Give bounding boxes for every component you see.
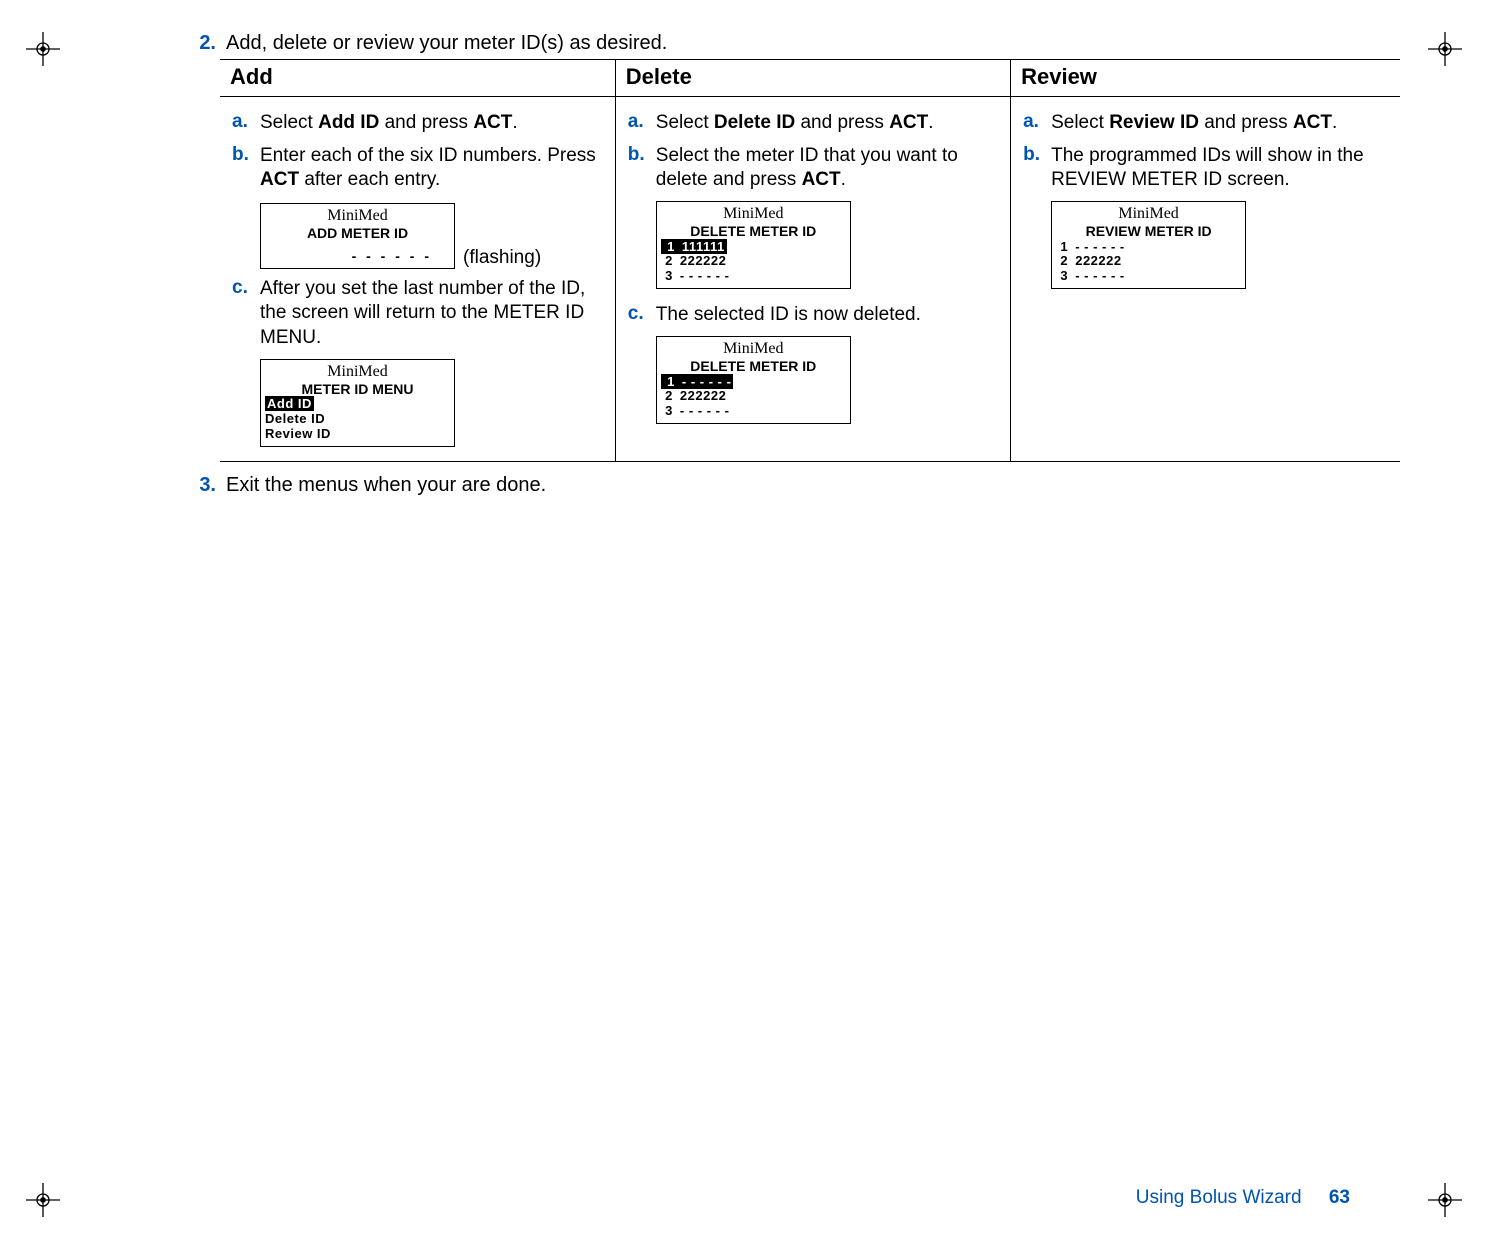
del-screen-2: MiniMed DELETE METER ID 1 - - - - - - 2 …: [656, 336, 851, 424]
reg-mark-tr: [1428, 32, 1462, 66]
txt: after each entry.: [299, 169, 440, 190]
row-val: - - - - - -: [1075, 239, 1125, 254]
step-2: 2. Add, delete or review your meter ID(s…: [180, 32, 1360, 55]
del-b-text: Select the meter ID that you want to del…: [656, 144, 1002, 193]
txt-bold: Review ID: [1109, 112, 1199, 133]
screen-title: DELETE METER ID: [661, 358, 846, 374]
add-c-text: After you set the last number of the ID,…: [260, 277, 607, 351]
add-a-text: Select Add ID and press ACT.: [260, 111, 607, 136]
page-footer: Using Bolus Wizard 63: [1136, 1187, 1350, 1209]
txt: and press: [795, 112, 889, 133]
reg-mark-br: [1428, 1183, 1462, 1217]
step-3-number: 3.: [180, 474, 226, 497]
row-num: 1: [1056, 240, 1068, 255]
step-3: 3. Exit the menus when your are done.: [180, 474, 1360, 497]
txt-bold: Add ID: [318, 112, 379, 133]
rev-screen: MiniMed REVIEW METER ID 1 - - - - - - 2 …: [1051, 201, 1246, 289]
del-b-letter: b.: [628, 144, 656, 166]
txt-bold: ACT: [473, 112, 512, 133]
row-num: 2: [1056, 254, 1068, 269]
add-screen-flash-wrap: MiniMed ADD METER ID - - - - - - (flashi…: [260, 203, 607, 269]
screen-title: REVIEW METER ID: [1056, 223, 1241, 239]
row-num: 1: [663, 240, 675, 255]
row-num: 3: [1056, 269, 1068, 284]
txt: Select: [656, 112, 714, 133]
add-screen-menu: MiniMed METER ID MENU Add ID Delete ID R…: [260, 359, 455, 447]
screen-row: Review ID: [265, 427, 450, 442]
txt: .: [512, 112, 517, 133]
txt: Select: [260, 112, 318, 133]
txt: .: [1332, 112, 1337, 133]
col-header-add: Add: [220, 60, 615, 97]
step-2-text: Add, delete or review your meter ID(s) a…: [226, 32, 667, 55]
del-a-text: Select Delete ID and press ACT.: [656, 111, 1002, 136]
row-num: 2: [661, 254, 673, 269]
row-val: - - - - - -: [680, 268, 730, 283]
chapter-name: Using Bolus Wizard: [1136, 1187, 1302, 1208]
txt: and press: [379, 112, 473, 133]
txt: .: [841, 169, 846, 190]
col-header-delete: Delete: [615, 60, 1010, 97]
instruction-table: Add Delete Review a. Select Add ID and p…: [220, 59, 1400, 462]
rev-b-text: The programmed IDs will show in the REVI…: [1051, 144, 1392, 193]
del-c-text: The selected ID is now deleted.: [656, 303, 1002, 328]
row-num: 3: [661, 404, 673, 419]
flashing-note: (flashing): [463, 247, 541, 269]
txt: Enter each of the six ID numbers. Press: [260, 145, 596, 166]
step-3-text: Exit the menus when your are done.: [226, 474, 546, 497]
rev-b-letter: b.: [1023, 144, 1051, 166]
txt-bold: Delete ID: [714, 112, 795, 133]
del-c-letter: c.: [628, 303, 656, 325]
row-num: 1: [663, 375, 675, 390]
reg-mark-bl: [26, 1183, 60, 1217]
row-val: - - - - - -: [680, 403, 730, 418]
screen-brand: MiniMed: [661, 205, 846, 223]
add-b-text: Enter each of the six ID numbers. Press …: [260, 144, 607, 193]
row-val: 111111: [682, 239, 725, 254]
col-header-review: Review: [1011, 60, 1400, 97]
rev-a-text: Select Review ID and press ACT.: [1051, 111, 1392, 136]
screen-title: DELETE METER ID: [661, 223, 846, 239]
del-a-letter: a.: [628, 111, 656, 133]
del-screen-1: MiniMed DELETE METER ID 1 111111 2 22222…: [656, 201, 851, 289]
page-number: 63: [1329, 1187, 1350, 1208]
row-num: 3: [661, 269, 673, 284]
screen-brand: MiniMed: [265, 207, 450, 225]
reg-mark-tl: [26, 32, 60, 66]
screen-brand: MiniMed: [1056, 205, 1241, 223]
txt-bold: ACT: [889, 112, 928, 133]
review-cell: a. Select Review ID and press ACT. b. Th…: [1011, 97, 1400, 462]
txt-bold: ACT: [1293, 112, 1332, 133]
rev-a-letter: a.: [1023, 111, 1051, 133]
row-val: - - - - - -: [1075, 268, 1125, 283]
row-val: - - - - - -: [682, 374, 732, 389]
screen-dashes: - - - - - -: [265, 248, 450, 264]
row-num: 2: [661, 389, 673, 404]
txt-bold: ACT: [260, 169, 299, 190]
txt: Select: [1051, 112, 1109, 133]
row-val: 222222: [680, 388, 726, 403]
add-b-letter: b.: [232, 144, 260, 166]
screen-brand: MiniMed: [265, 363, 450, 381]
add-a-letter: a.: [232, 111, 260, 133]
screen-row: Delete ID: [265, 412, 450, 427]
txt-bold: ACT: [802, 169, 841, 190]
txt: and press: [1199, 112, 1293, 133]
screen-title: METER ID MENU: [265, 381, 450, 397]
add-c-letter: c.: [232, 277, 260, 299]
row-val: 222222: [1075, 253, 1121, 268]
step-2-number: 2.: [180, 32, 226, 55]
txt: .: [928, 112, 933, 133]
screen-row-selected: Add ID: [265, 396, 314, 411]
row-val: 222222: [680, 253, 726, 268]
delete-cell: a. Select Delete ID and press ACT. b. Se…: [615, 97, 1010, 462]
add-cell: a. Select Add ID and press ACT. b. Enter…: [220, 97, 615, 462]
add-screen-addid: MiniMed ADD METER ID - - - - - -: [260, 203, 455, 269]
screen-brand: MiniMed: [661, 340, 846, 358]
page-content: 2. Add, delete or review your meter ID(s…: [180, 28, 1360, 501]
screen-title: ADD METER ID: [265, 225, 450, 241]
